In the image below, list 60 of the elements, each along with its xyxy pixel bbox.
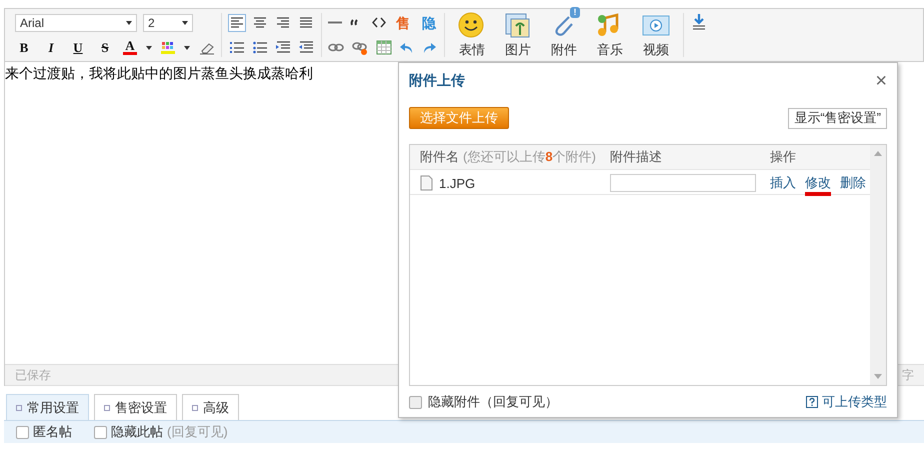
bullet-list-icon[interactable] — [253, 41, 267, 54]
file-name: 1.JPG — [439, 176, 476, 190]
option-hint: (回复可见) — [167, 423, 228, 441]
description-field[interactable] — [610, 174, 756, 192]
underline-button[interactable]: U — [69, 38, 87, 56]
link-icon[interactable] — [328, 41, 344, 54]
upload-types-link[interactable]: 可上传类型 — [822, 393, 887, 411]
caret-icon[interactable] — [184, 46, 190, 50]
settings-tab[interactable]: 高级 — [182, 394, 239, 420]
column-header: 附件描述 — [610, 148, 663, 166]
checkbox[interactable] — [409, 396, 422, 408]
bold-button[interactable]: B — [15, 38, 33, 56]
settings-tab[interactable]: 售密设置 — [94, 394, 177, 420]
save-status: 已保存 — [15, 366, 51, 384]
align-left-icon — [230, 16, 244, 29]
video-button[interactable]: 视频 — [637, 11, 675, 59]
italic-button[interactable]: I — [42, 38, 60, 56]
align-center-icon — [253, 16, 267, 29]
strikethrough-button[interactable]: S — [96, 38, 114, 56]
undo-icon[interactable] — [400, 41, 414, 54]
font-family-select[interactable]: Arial — [15, 14, 137, 32]
checkbox[interactable] — [94, 426, 107, 438]
download-icon[interactable] — [692, 13, 706, 31]
word-counter: 字 — [902, 366, 914, 384]
file-icon — [420, 175, 433, 191]
redo-icon[interactable] — [422, 41, 436, 54]
action-link[interactable]: 删除 — [840, 170, 866, 196]
font-size-select[interactable]: 2 — [143, 14, 193, 32]
indent-icon[interactable] — [276, 41, 290, 54]
option-label: 匿名帖 — [33, 423, 72, 441]
checkbox[interactable] — [16, 426, 29, 438]
upload-limit-hint: (您还可以上传8个附件) — [463, 148, 596, 166]
toggle-settings-button[interactable]: 显示“售密设置” — [788, 108, 887, 128]
table-icon[interactable] — [376, 40, 392, 55]
font-color-button[interactable]: A — [123, 40, 137, 55]
unlink-icon[interactable] — [352, 40, 368, 54]
image-button[interactable]: 图片 — [499, 11, 537, 59]
emoji-button[interactable]: 表情 — [453, 11, 491, 59]
highlight-color-icon[interactable] — [161, 40, 175, 54]
close-button[interactable]: × — [875, 71, 887, 91]
outdent-icon[interactable] — [299, 41, 313, 54]
align-right-icon — [276, 16, 290, 29]
action-link[interactable]: 修改 — [805, 170, 831, 196]
align-left-button[interactable] — [228, 14, 246, 32]
eraser-icon[interactable] — [199, 40, 215, 54]
dialog-title: 附件上传 — [409, 72, 465, 90]
code-icon[interactable] — [372, 16, 386, 29]
checkbox-label: 隐藏附件（回复可见） — [428, 393, 558, 411]
notice-badge: ! — [570, 7, 580, 18]
help-icon — [806, 396, 818, 408]
column-header: 操作 — [770, 148, 797, 166]
post-content-text: 来个过渡贴，我将此贴中的图片蒸鱼头换成蒸哈利 — [5, 65, 313, 81]
option-label: 隐藏此帖 — [111, 423, 163, 441]
music-button[interactable]: 音乐 — [591, 11, 629, 59]
align-justify-icon — [299, 16, 313, 29]
numbered-list-icon[interactable] — [230, 41, 244, 54]
action-link[interactable]: 插入 — [770, 170, 796, 196]
settings-tab[interactable]: 常用设置 — [6, 394, 89, 420]
column-header: 附件名 — [420, 148, 459, 166]
caret-icon[interactable] — [146, 46, 152, 50]
